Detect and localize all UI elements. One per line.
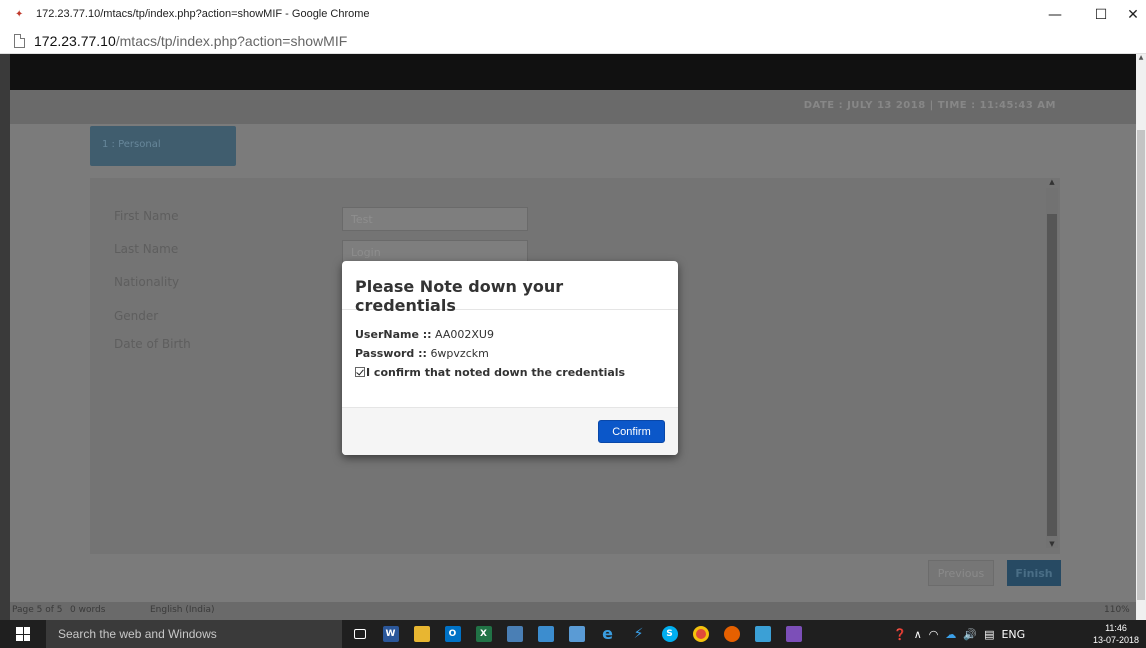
help-icon[interactable]: ❓ [893, 628, 907, 641]
confirm-checkbox-label[interactable]: I confirm that noted down the credential… [366, 366, 625, 379]
paint-app-button[interactable] [561, 620, 592, 648]
word-icon: W [382, 626, 399, 642]
chevron-up-icon[interactable]: ∧ [914, 628, 922, 641]
pinned-app-button[interactable] [747, 620, 778, 648]
skype-app-button[interactable]: S [654, 620, 685, 648]
file-explorer-button[interactable] [406, 620, 437, 648]
outlook-app-button[interactable]: O [437, 620, 468, 648]
minimize-button[interactable]: — [1032, 0, 1078, 30]
site-header [10, 54, 1136, 90]
modal-body: UserName :: AA002XU9 Password :: 6wpvzck… [342, 310, 678, 397]
task-view-button[interactable] [344, 620, 375, 648]
panel-scroll-down-icon[interactable]: ▼ [1047, 540, 1057, 550]
app-2-icon [785, 626, 802, 642]
address-bar[interactable]: 172.23.77.10/mtacs/tp/index.php?action=s… [0, 30, 1146, 54]
browser-scroll-thumb[interactable] [1137, 130, 1145, 600]
username-value: AA002XU9 [435, 328, 494, 341]
url-text[interactable]: 172.23.77.10/mtacs/tp/index.php?action=s… [34, 33, 347, 49]
gender-label: Gender [114, 309, 159, 323]
pinned-app-2-button[interactable] [778, 620, 809, 648]
password-label: Password :: [355, 347, 427, 360]
excel-app-button[interactable]: X [468, 620, 499, 648]
clock-date: 13-07-2018 [1092, 635, 1140, 645]
first-name-label: First Name [114, 209, 179, 223]
date-bar: DATE : JULY 13 2018 | TIME : 11:45:43 AM [10, 90, 1136, 124]
network-app-button[interactable] [530, 620, 561, 648]
word-page-count: Page 5 of 5 [12, 605, 63, 615]
skype-icon: S [661, 626, 678, 642]
modal-footer: Confirm [342, 407, 678, 455]
word-zoom: 110% [1104, 605, 1130, 615]
window-titlebar: ✦ 172.23.77.10/mtacs/tp/index.php?action… [0, 0, 1146, 30]
password-value: 6wpvzckm [430, 347, 489, 360]
lightning-icon: ⚡ [633, 626, 644, 642]
window-title: 172.23.77.10/mtacs/tp/index.php?action=s… [36, 8, 370, 20]
username-row: UserName :: AA002XU9 [355, 325, 665, 344]
site-favicon-icon: ✦ [15, 9, 24, 20]
ie-icon: e [602, 624, 613, 643]
system-tray: ❓ ∧ ◠ ☁ 🔊 ▤ ENG [893, 620, 1032, 648]
browser-scroll-up-icon[interactable]: ▲ [1136, 54, 1146, 64]
panel-scroll-thumb[interactable] [1047, 214, 1057, 536]
tab-personal-label: 1 : Personal [102, 139, 161, 150]
word-app-button[interactable]: W [375, 620, 406, 648]
ie-app-button[interactable]: e [592, 620, 623, 648]
taskbar-search-placeholder: Search the web and Windows [58, 627, 217, 641]
paint-icon [568, 626, 585, 642]
network-icon [537, 626, 554, 642]
left-frame-gutter [0, 54, 10, 620]
snipping-tool-button[interactable] [499, 620, 530, 648]
url-host: 172.23.77.10 [34, 33, 116, 49]
tab-personal[interactable]: 1 : Personal [90, 126, 236, 166]
word-status-bar: Page 5 of 5 0 words English (India) 110% [10, 602, 1136, 620]
confirm-checkbox[interactable] [355, 367, 365, 377]
windows-logo-icon [16, 627, 30, 641]
taskbar-apps: W O X e ⚡ S [344, 620, 809, 648]
firefox-icon [723, 626, 740, 642]
taskbar-search[interactable]: Search the web and Windows [46, 620, 342, 648]
username-label: UserName :: [355, 328, 432, 341]
wifi-icon[interactable]: ◠ [929, 628, 939, 641]
panel-scroll-up-icon[interactable]: ▲ [1047, 178, 1057, 188]
folder-icon [413, 626, 430, 642]
outlook-icon: O [444, 626, 461, 642]
page-icon [14, 34, 25, 48]
app-icon [754, 626, 771, 642]
volume-icon[interactable]: 🔊 [963, 628, 977, 641]
notification-icon[interactable]: ▤ [984, 628, 994, 641]
windows-taskbar: Search the web and Windows W O X e ⚡ S ❓… [0, 620, 1146, 648]
language-indicator[interactable]: ENG [1001, 628, 1025, 641]
finish-button[interactable]: Finish [1007, 560, 1061, 586]
browser-scrollbar[interactable]: ▲ [1136, 54, 1146, 620]
password-row: Password :: 6wpvzckm [355, 344, 665, 363]
snipping-icon [506, 626, 523, 642]
flash-app-button[interactable]: ⚡ [623, 620, 654, 648]
modal-header: Please Note down your credentials [342, 261, 678, 315]
excel-icon: X [475, 626, 492, 642]
confirm-row[interactable]: I confirm that noted down the credential… [355, 363, 665, 382]
chrome-app-button[interactable] [685, 620, 716, 648]
close-button[interactable]: ✕ [1110, 0, 1146, 30]
chrome-icon [692, 626, 709, 642]
start-button[interactable] [0, 620, 46, 648]
onedrive-icon[interactable]: ☁ [945, 628, 956, 641]
url-path: /mtacs/tp/index.php?action=showMIF [115, 33, 348, 49]
taskbar-clock[interactable]: 11:46 13-07-2018 [1088, 622, 1144, 646]
datetime-text: DATE : JULY 13 2018 | TIME : 11:45:43 AM [803, 100, 1056, 111]
first-name-field[interactable]: Test [342, 207, 528, 231]
last-name-label: Last Name [114, 242, 179, 256]
credentials-modal: Please Note down your credentials UserNa… [342, 261, 678, 455]
word-language: English (India) [150, 605, 215, 615]
previous-button[interactable]: Previous [928, 560, 994, 586]
date-of-birth-label: Date of Birth [114, 337, 191, 351]
nationality-label: Nationality [114, 275, 180, 289]
firefox-app-button[interactable] [716, 620, 747, 648]
confirm-button[interactable]: Confirm [598, 420, 665, 443]
clock-time: 11:46 [1105, 623, 1127, 633]
word-count: 0 words [70, 605, 106, 615]
